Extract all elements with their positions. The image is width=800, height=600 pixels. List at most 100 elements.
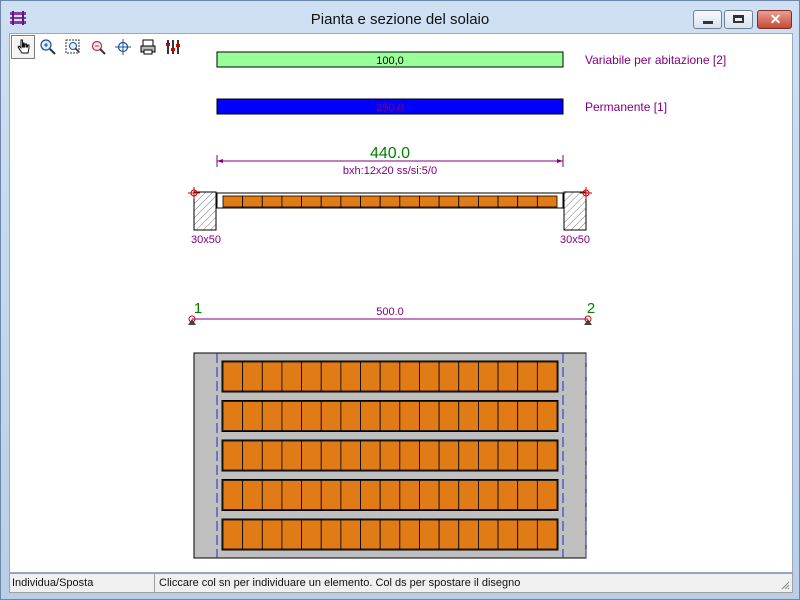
- plan-block: [301, 361, 322, 392]
- title-bar[interactable]: Pianta e sezione del solaio ✕: [1, 1, 799, 33]
- minimize-button[interactable]: [693, 10, 722, 29]
- plan-block: [399, 401, 420, 431]
- plan-block: [261, 361, 283, 392]
- plan-block: [438, 401, 460, 431]
- left-support[interactable]: [193, 191, 217, 231]
- plan-block: [478, 519, 499, 550]
- maximize-button[interactable]: [724, 10, 753, 29]
- plan-block: [458, 519, 479, 550]
- variable-load[interactable]: 100,0 Variabile per abitazione [2]: [216, 51, 726, 68]
- plan-block: [497, 440, 519, 471]
- right-support[interactable]: [563, 191, 587, 231]
- plan-block: [320, 361, 342, 392]
- plan-block: [478, 401, 499, 431]
- plan-block: [222, 361, 244, 392]
- print-button[interactable]: [136, 35, 160, 59]
- zoom-in-icon: [40, 39, 56, 55]
- plan-block: [379, 440, 401, 471]
- plan-block: [360, 480, 381, 510]
- section-block: [301, 195, 322, 208]
- maximize-icon: [733, 15, 744, 23]
- plan-block: [536, 401, 558, 431]
- plan-block: [478, 361, 499, 392]
- slab-plan[interactable]: [193, 352, 587, 559]
- close-button[interactable]: ✕: [757, 10, 792, 29]
- left-support-size: 30x50: [191, 234, 221, 246]
- slab-drawing[interactable]: 100,0 Variabile per abitazione [2] 250,0…: [10, 34, 792, 572]
- plan-block: [301, 401, 322, 431]
- plan-block: [340, 519, 361, 550]
- plan-block: [222, 480, 244, 510]
- slab-section[interactable]: 30x50 30x50: [188, 187, 592, 246]
- zoom-extents-button[interactable]: [86, 35, 110, 59]
- node-1-label: 1: [194, 300, 202, 317]
- zoom-in-button[interactable]: [36, 35, 60, 59]
- variable-load-value: 100,0: [376, 55, 404, 67]
- resize-grip-icon[interactable]: [780, 580, 790, 590]
- hand-pointer-icon: [17, 39, 30, 54]
- plan-block: [340, 440, 361, 471]
- section-block: [438, 195, 460, 208]
- section-block: [340, 195, 361, 208]
- section-block: [222, 195, 244, 208]
- plan-block: [360, 440, 381, 471]
- plan-block: [242, 361, 263, 392]
- plan-block: [399, 519, 420, 550]
- plan-block: [478, 480, 499, 510]
- section-block: [536, 195, 558, 208]
- plan-block: [497, 401, 519, 431]
- section-block: [379, 195, 401, 208]
- plan-block: [438, 519, 460, 550]
- section-block: [281, 195, 302, 208]
- plan-block: [301, 440, 322, 471]
- plan-block: [261, 480, 283, 510]
- permanent-load[interactable]: 250,0 Permanente [1]: [216, 98, 667, 115]
- plan-block: [242, 519, 263, 550]
- settings-bars-icon: [166, 40, 180, 54]
- plan-block: [419, 401, 440, 431]
- plan-block: [438, 361, 460, 392]
- pan-button[interactable]: [111, 35, 135, 59]
- plan-blocks: [221, 360, 559, 551]
- right-support-size: 30x50: [560, 234, 590, 246]
- plan-block: [340, 480, 361, 510]
- plan-block: [261, 440, 283, 471]
- plan-block: [340, 361, 361, 392]
- variable-load-label: Variabile per abitazione [2]: [585, 53, 726, 67]
- plan-block: [536, 519, 558, 550]
- status-mode: Individua/Sposta: [10, 574, 155, 592]
- plan-block: [458, 440, 479, 471]
- permanent-load-label: Permanente [1]: [585, 100, 667, 114]
- drawing-area[interactable]: 100,0 Variabile per abitazione [2] 250,0…: [9, 33, 793, 573]
- node-1-marker[interactable]: [188, 315, 196, 325]
- plan-block: [399, 361, 420, 392]
- zoom-window-button[interactable]: [61, 35, 85, 59]
- plan-block: [242, 440, 263, 471]
- node-2-marker[interactable]: [584, 315, 592, 325]
- zoom-window-icon: [65, 39, 80, 54]
- plan-block: [281, 519, 302, 550]
- plan-block: [261, 519, 283, 550]
- node-2-label: 2: [587, 300, 595, 317]
- plan-block: [536, 440, 558, 471]
- plan-block: [419, 519, 440, 550]
- plan-block: [281, 440, 302, 471]
- plan-block: [399, 480, 420, 510]
- section-blocks: [222, 195, 558, 208]
- settings-button[interactable]: [161, 35, 185, 59]
- plan-block: [419, 480, 440, 510]
- plan-block: [478, 440, 499, 471]
- select-tool-button[interactable]: [11, 35, 35, 59]
- plan-block: [281, 401, 302, 431]
- plan-block: [320, 401, 342, 431]
- plan-block: [517, 519, 538, 550]
- plan-block: [438, 440, 460, 471]
- section-block: [497, 195, 519, 208]
- plan-block: [320, 480, 342, 510]
- plan-block: [458, 480, 479, 510]
- section-block: [419, 195, 440, 208]
- plan-block: [301, 519, 322, 550]
- plan-block: [242, 401, 263, 431]
- plan-block: [320, 440, 342, 471]
- span-dimension: 440.0 bxh:12x20 ss/si:5/0: [216, 145, 564, 177]
